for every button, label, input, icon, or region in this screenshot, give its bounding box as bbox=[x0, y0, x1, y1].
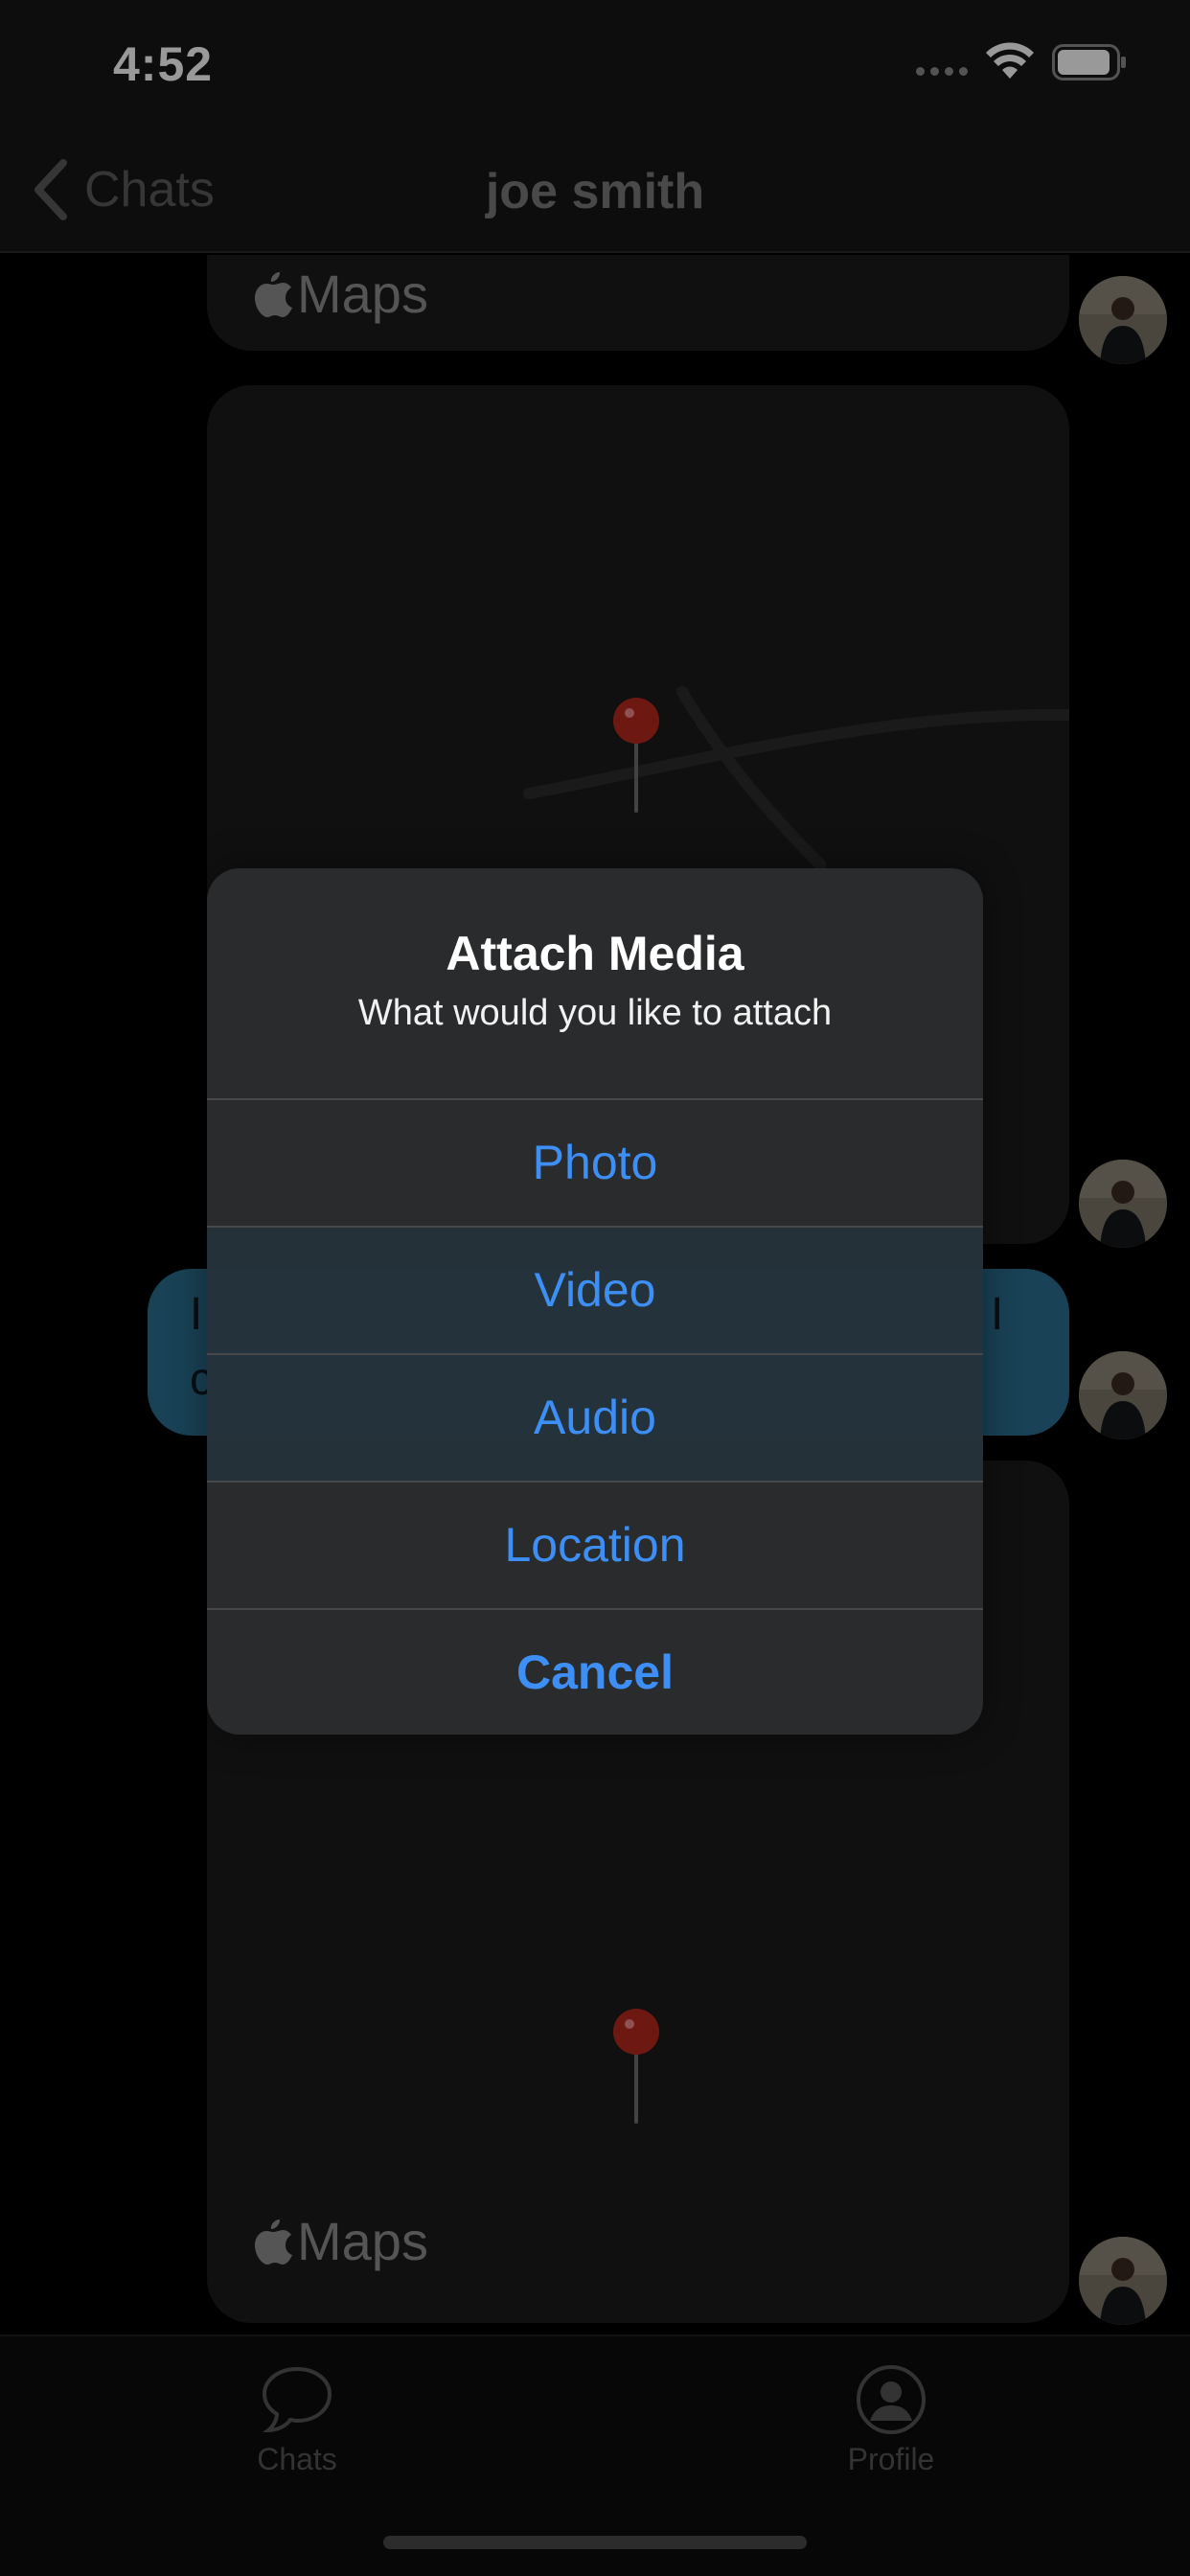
tab-label: Chats bbox=[257, 2442, 337, 2476]
apple-logo-icon bbox=[255, 271, 292, 317]
message-text: I bbox=[190, 1289, 203, 1340]
photo-button[interactable]: Photo bbox=[207, 1098, 983, 1226]
avatar[interactable] bbox=[1079, 276, 1167, 364]
maps-label: Maps bbox=[297, 264, 428, 324]
avatar-photo bbox=[1079, 276, 1167, 364]
person-circle-icon bbox=[857, 2365, 926, 2434]
avatar[interactable] bbox=[1079, 2237, 1167, 2325]
map-pin-icon bbox=[613, 2009, 659, 2124]
audio-button[interactable]: Audio bbox=[207, 1353, 983, 1481]
tab-label: Profile bbox=[847, 2442, 935, 2476]
maps-brand: Maps bbox=[253, 263, 428, 325]
cancel-button[interactable]: Cancel bbox=[207, 1608, 983, 1735]
apple-logo-icon bbox=[255, 2219, 292, 2265]
avatar[interactable] bbox=[1079, 1351, 1167, 1439]
status-time: 4:52 bbox=[113, 37, 214, 91]
avatar[interactable] bbox=[1079, 1160, 1167, 1248]
maps-label: Maps bbox=[297, 2211, 428, 2271]
tab-profile[interactable]: Profile bbox=[767, 2363, 1016, 2477]
status-bar: 4:52 bbox=[0, 0, 1190, 126]
avatar-photo bbox=[1079, 1351, 1167, 1439]
map-message-bubble[interactable]: Maps bbox=[207, 255, 1069, 351]
page-title: joe smith bbox=[485, 164, 705, 219]
map-pin-icon bbox=[613, 698, 659, 813]
wifi-icon bbox=[986, 42, 1034, 79]
video-button[interactable]: Video bbox=[207, 1226, 983, 1353]
cellular-signal-icon bbox=[916, 67, 968, 76]
dialog-message: What would you like to attach bbox=[357, 993, 833, 1033]
dialog-title: Attach Media bbox=[446, 927, 744, 980]
chat-bubble-icon bbox=[262, 2366, 332, 2433]
avatar-photo bbox=[1079, 2237, 1167, 2325]
home-indicator[interactable] bbox=[383, 2536, 807, 2549]
maps-brand: Maps bbox=[253, 2210, 428, 2272]
dialog-header: Attach Media What would you like to atta… bbox=[207, 868, 983, 1098]
message-text: I bbox=[991, 1289, 1004, 1340]
location-button[interactable]: Location bbox=[207, 1481, 983, 1608]
avatar-photo bbox=[1079, 1160, 1167, 1248]
dialog-actions: Photo Video Audio Location Cancel bbox=[207, 1098, 983, 1735]
navigation-bar: Chats joe smith bbox=[0, 126, 1190, 253]
battery-icon bbox=[1052, 44, 1126, 80]
tab-chats[interactable]: Chats bbox=[172, 2363, 422, 2477]
attach-media-dialog: Attach Media What would you like to atta… bbox=[207, 868, 983, 1735]
